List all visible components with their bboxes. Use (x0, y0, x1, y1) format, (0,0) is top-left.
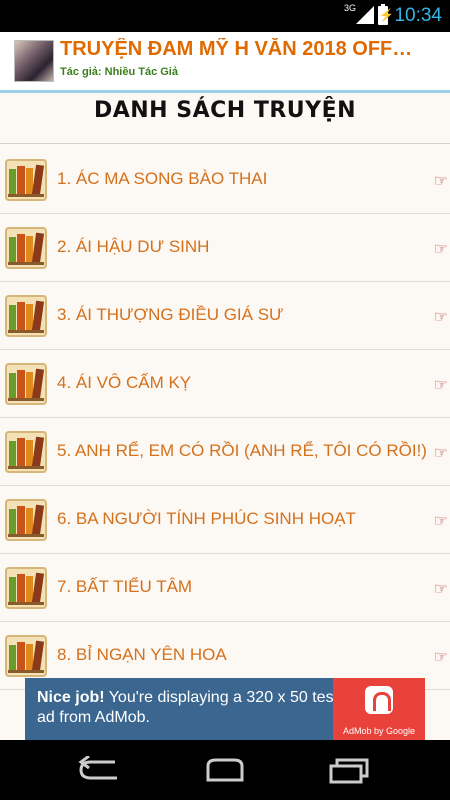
story-item[interactable]: 5. ANH RỂ, EM CÓ RỒI (ANH RỂ, TÔI CÓ RỒI… (0, 418, 450, 486)
page-heading: DANH SÁCH TRUYỆN (93, 98, 357, 123)
battery-icon: ⚡ (378, 4, 394, 25)
clock: 10:34 (394, 5, 442, 26)
network-type: 3G (343, 3, 356, 13)
story-title: 4. ÁI VÔ CẤM KỴ (57, 373, 192, 392)
story-item[interactable]: 6. BA NGƯỜI TÍNH PHÚC SINH HOẠT ☞ (0, 486, 450, 554)
back-icon[interactable] (77, 756, 123, 784)
books-icon (5, 499, 47, 541)
story-title: 8. BỈ NGẠN YÊN HOA (57, 645, 227, 664)
story-title: 1. ÁC MA SONG BÀO THAI (57, 169, 268, 188)
story-title: 5. ANH RỂ, EM CÓ RỒI (ANH RỂ, TÔI CÓ RỒI… (57, 441, 427, 460)
ad-headline: Nice job! (37, 689, 105, 706)
story-title: 2. ÁI HẬU DƯ SINH (57, 237, 210, 256)
divider (0, 143, 450, 144)
books-icon (5, 159, 47, 201)
pointing-hand-icon: ☞ (433, 377, 448, 394)
app-logo[interactable] (14, 40, 54, 82)
books-icon (5, 295, 47, 337)
story-list: 1. ÁC MA SONG BÀO THAI ☞ 2. ÁI HẬU DƯ SI… (0, 146, 450, 690)
ad-text: Nice job! You're displaying a 320 x 50 t… (37, 688, 347, 728)
signal-icon (356, 6, 374, 24)
app-bar: TRUYỆN ĐAM MỸ H VĂN 2018 OFF… Tác giả: N… (0, 32, 450, 93)
pointing-hand-icon: ☞ (433, 581, 448, 598)
admob-caption: AdMob by Google (342, 726, 416, 736)
pointing-hand-icon: ☞ (433, 649, 448, 666)
admob-logo: AdMob by Google (333, 678, 425, 740)
home-icon[interactable] (202, 756, 248, 784)
pointing-hand-icon: ☞ (433, 173, 448, 190)
ad-banner[interactable]: Nice job! You're displaying a 320 x 50 t… (25, 678, 425, 740)
pointing-hand-icon: ☞ (433, 241, 448, 258)
story-item[interactable]: 1. ÁC MA SONG BÀO THAI ☞ (0, 146, 450, 214)
app-author: Tác giả: Nhiều Tác Giả (60, 66, 178, 78)
recent-apps-icon[interactable] (327, 756, 373, 784)
app-title: TRUYỆN ĐAM MỸ H VĂN 2018 OFF… (60, 38, 413, 60)
story-item[interactable]: 2. ÁI HẬU DƯ SINH ☞ (0, 214, 450, 282)
books-icon (5, 635, 47, 677)
pointing-hand-icon: ☞ (433, 445, 448, 462)
pointing-hand-icon: ☞ (433, 513, 448, 530)
status-bar: 3G ⚡ 10:34 (0, 0, 450, 32)
story-item[interactable]: 3. ÁI THƯỢNG ĐIỀU GIÁ SƯ ☞ (0, 282, 450, 350)
navigation-bar (0, 740, 450, 800)
books-icon (5, 431, 47, 473)
pointing-hand-icon: ☞ (433, 309, 448, 326)
story-item[interactable]: 7. BẤT TIỂU TÂM ☞ (0, 554, 450, 622)
story-title: 7. BẤT TIỂU TÂM (57, 577, 193, 596)
books-icon (5, 227, 47, 269)
books-icon (5, 567, 47, 609)
books-icon (5, 363, 47, 405)
story-title: 6. BA NGƯỜI TÍNH PHÚC SINH HOẠT (57, 509, 356, 528)
story-title: 3. ÁI THƯỢNG ĐIỀU GIÁ SƯ (57, 305, 284, 324)
admob-icon (365, 686, 393, 714)
story-item[interactable]: 4. ÁI VÔ CẤM KỴ ☞ (0, 350, 450, 418)
